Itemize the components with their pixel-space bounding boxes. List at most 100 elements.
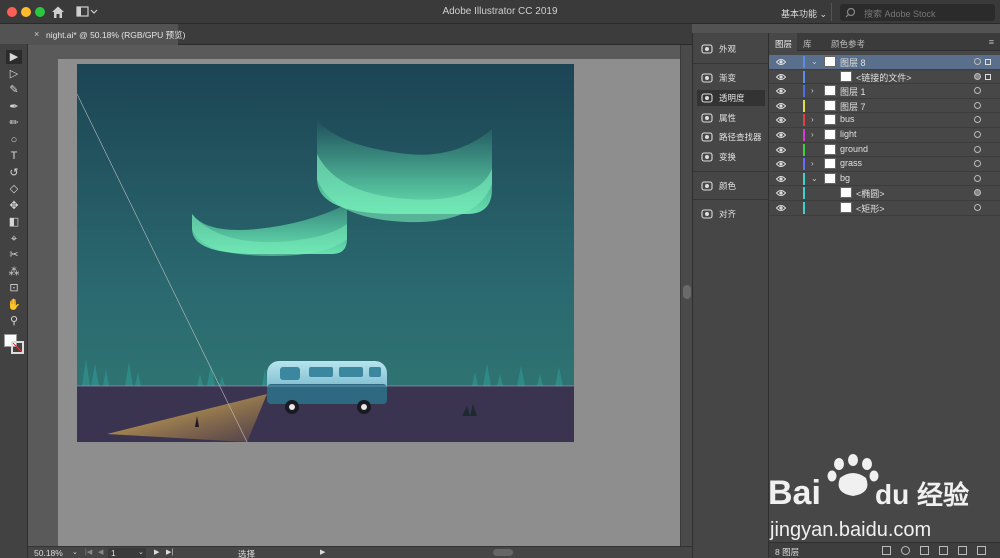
eyedropper-tool[interactable]: ⌖ <box>6 232 22 246</box>
lock-toggle[interactable] <box>791 113 801 127</box>
close-window-button[interactable] <box>7 7 17 17</box>
panel-button-transform[interactable]: 变换 <box>697 149 765 165</box>
status-menu-arrow[interactable]: ▶ <box>320 548 325 556</box>
disclosure-triangle[interactable] <box>811 101 819 111</box>
selection-indicator[interactable] <box>985 73 991 80</box>
disclosure-triangle[interactable]: › <box>811 86 819 96</box>
home-icon[interactable] <box>51 5 65 19</box>
canvas-area[interactable] <box>28 45 680 546</box>
panel-button-color[interactable]: 颜色 <box>697 178 765 194</box>
lock-toggle[interactable] <box>791 55 801 69</box>
layer-row[interactable]: ground <box>769 143 1000 158</box>
layer-name[interactable]: 图层 7 <box>840 100 866 113</box>
lock-toggle[interactable] <box>791 70 801 84</box>
disclosure-triangle[interactable]: › <box>811 115 819 125</box>
panel-button-align[interactable]: 对齐 <box>697 206 765 222</box>
visibility-eye-icon[interactable] <box>776 131 786 139</box>
panel-button-gradient[interactable]: 渐变 <box>697 70 765 86</box>
trash-icon[interactable] <box>977 546 986 555</box>
layer-row[interactable]: ⌄ bg <box>769 172 1000 187</box>
tab-color-guide[interactable]: 颜色参考 <box>831 33 881 51</box>
next-artboard-button[interactable]: ▶ <box>154 548 159 556</box>
target-circle-icon[interactable] <box>974 204 981 211</box>
target-circle-icon[interactable] <box>974 101 981 109</box>
layer-row[interactable]: ⌄ 图层 8 <box>769 55 1000 70</box>
workspace-switcher[interactable]: 基本功能 ⌄ <box>774 3 832 21</box>
direct-selection-tool[interactable]: ▷ <box>6 67 22 81</box>
layer-name[interactable]: light <box>840 129 857 139</box>
target-circle-icon[interactable] <box>974 116 981 124</box>
locate-object-icon[interactable] <box>901 546 910 555</box>
disclosure-triangle[interactable]: ⌄ <box>811 57 819 67</box>
disclosure-triangle[interactable] <box>827 203 835 213</box>
ellipse-tool[interactable]: ○ <box>6 133 22 147</box>
lock-toggle[interactable] <box>791 172 801 186</box>
magic-wand-tool[interactable]: ✎ <box>6 83 22 97</box>
vertical-scrollbar[interactable] <box>680 45 692 546</box>
blend-tool[interactable]: ✂ <box>6 248 22 262</box>
chevron-down-icon[interactable]: ⌄ <box>72 548 78 556</box>
panel-button-appearance[interactable]: 外观 <box>697 41 765 57</box>
maximize-window-button[interactable] <box>35 7 45 17</box>
hand-tool[interactable]: ✋ <box>6 298 22 312</box>
stock-search-input[interactable]: 搜索 Adobe Stock <box>840 4 995 21</box>
disclosure-triangle[interactable]: › <box>811 130 819 140</box>
layer-name[interactable]: ground <box>840 144 868 154</box>
chevron-down-icon[interactable]: ⌄ <box>138 548 144 556</box>
zoom-tool[interactable]: ⚲ <box>6 314 22 328</box>
layer-row[interactable]: 图层 7 <box>769 99 1000 114</box>
layer-row[interactable]: › light <box>769 128 1000 143</box>
lock-toggle[interactable] <box>791 201 801 215</box>
visibility-eye-icon[interactable] <box>776 175 786 183</box>
fill-stroke-swatch[interactable] <box>4 334 24 354</box>
layer-name[interactable]: bg <box>840 173 850 183</box>
target-circle-icon[interactable] <box>974 145 981 153</box>
workspace-layout-icon[interactable] <box>76 6 98 18</box>
visibility-eye-icon[interactable] <box>776 146 786 154</box>
first-artboard-button[interactable]: |◀ <box>85 548 92 556</box>
rotate-tool[interactable]: ↺ <box>6 166 22 180</box>
lock-toggle[interactable] <box>791 186 801 200</box>
layer-row[interactable]: <链接的文件> <box>769 70 1000 85</box>
visibility-eye-icon[interactable] <box>776 116 786 124</box>
layer-name[interactable]: bus <box>840 114 855 124</box>
disclosure-triangle[interactable] <box>827 188 835 198</box>
panel-button-transparency[interactable]: 透明度 <box>697 90 765 106</box>
layer-name[interactable]: <椭圆> <box>856 187 885 200</box>
panel-menu-icon[interactable]: ≡ <box>989 37 994 47</box>
layer-row[interactable]: <矩形> <box>769 201 1000 216</box>
target-circle-icon[interactable] <box>974 189 981 197</box>
artboard[interactable] <box>77 64 574 442</box>
target-circle-icon[interactable] <box>974 58 981 65</box>
gradient-tool[interactable]: ◧ <box>6 215 22 229</box>
selection-tool[interactable]: ▶ <box>6 50 22 64</box>
puppet-warp-tool[interactable]: ✥ <box>6 199 22 213</box>
new-sublayer-icon[interactable] <box>939 546 948 555</box>
panel-button-pathfinder[interactable]: 路径查找器 <box>697 129 765 145</box>
disclosure-triangle[interactable] <box>811 145 819 155</box>
layer-name[interactable]: <链接的文件> <box>856 71 912 84</box>
visibility-eye-icon[interactable] <box>776 73 786 81</box>
tab-libraries[interactable]: 库 <box>803 33 823 51</box>
document-tab[interactable]: × night.ai* @ 50.18% (RGB/GPU 预览) <box>28 24 185 45</box>
eraser-tool[interactable]: ◇ <box>6 182 22 196</box>
clipping-mask-icon[interactable] <box>920 546 929 555</box>
pen-tool[interactable]: ✒ <box>6 100 22 114</box>
panel-button-properties[interactable]: 属性 <box>697 110 765 126</box>
disclosure-triangle[interactable]: ⌄ <box>811 174 819 184</box>
lock-toggle[interactable] <box>791 128 801 142</box>
artboard-tool[interactable]: ⊡ <box>6 281 22 295</box>
layer-row[interactable]: › 图层 1 <box>769 84 1000 99</box>
visibility-eye-icon[interactable] <box>776 87 786 95</box>
tab-layers[interactable]: 图层 <box>769 33 797 51</box>
target-circle-icon[interactable] <box>974 72 981 80</box>
lock-toggle[interactable] <box>791 99 801 113</box>
layer-name[interactable]: 图层 1 <box>840 85 866 98</box>
visibility-eye-icon[interactable] <box>776 204 786 212</box>
selection-indicator[interactable] <box>985 59 991 65</box>
horizontal-scrollbar-thumb[interactable] <box>493 549 513 556</box>
visibility-eye-icon[interactable] <box>776 102 786 110</box>
layer-row[interactable]: › grass <box>769 157 1000 172</box>
lock-toggle[interactable] <box>791 157 801 171</box>
disclosure-triangle[interactable] <box>827 72 835 82</box>
